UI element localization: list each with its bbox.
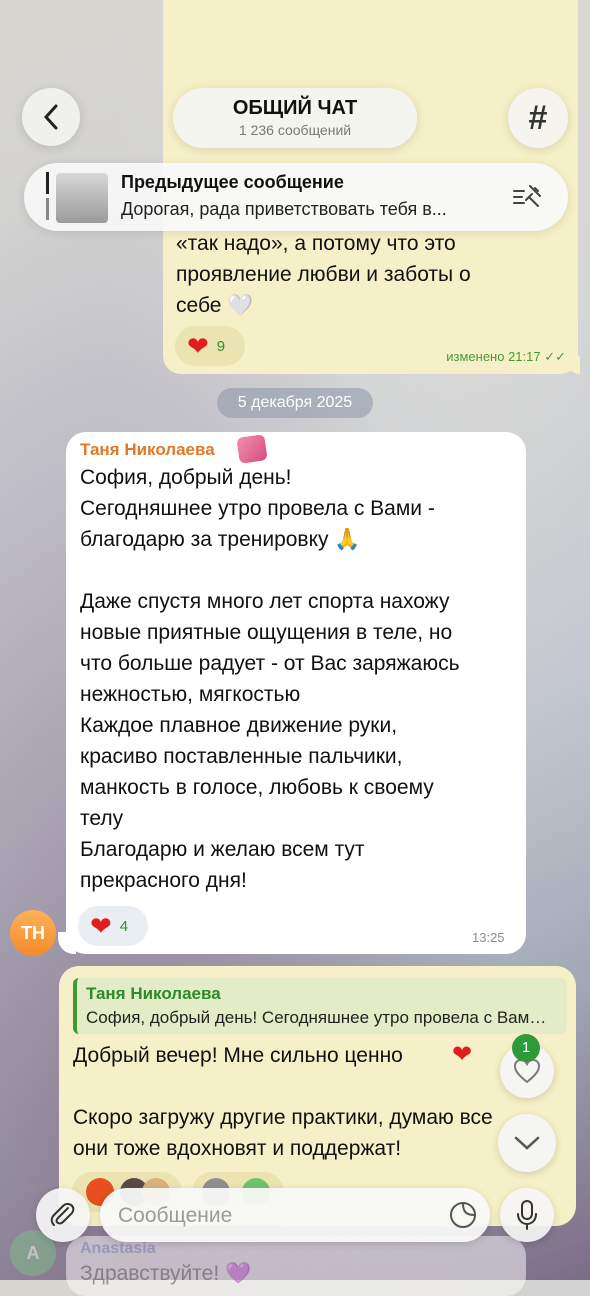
chevron-down-icon [514, 1136, 540, 1150]
previous-message-meta: изменено 21:17 ✓✓ [446, 349, 566, 364]
quote-text: София, добрый день! Сегодняшнее утро про… [86, 1008, 552, 1027]
date-separator: 5 декабря 2025 [217, 388, 373, 418]
back-icon [43, 104, 58, 130]
pinned-thumbnail [56, 173, 108, 223]
message-time: 13:25 [472, 930, 505, 945]
reply-message-text: Добрый вечер! Мне сильно ценно Скоро заг… [73, 1044, 493, 1160]
message-input[interactable] [116, 1200, 440, 1232]
gift-emoji-icon [236, 434, 268, 464]
chat-title-button[interactable]: ОБЩИЙ ЧАТ 1 236 сообщений [173, 88, 417, 148]
scroll-down-button[interactable] [498, 1114, 556, 1172]
sender-name[interactable]: Таня Николаева [80, 440, 215, 460]
avatar[interactable]: TH [10, 910, 56, 956]
next-message-text: Здравствуйте! 💜 [80, 1262, 252, 1285]
pinned-title: Предыдущее сообщение [121, 172, 344, 192]
sticker-icon[interactable] [448, 1200, 478, 1230]
chat-title: ОБЩИЙ ЧАТ [232, 97, 358, 119]
hash-icon: # [528, 98, 548, 137]
paperclip-icon [50, 1202, 75, 1226]
reaction-count: 4 [119, 917, 129, 935]
back-button[interactable] [22, 88, 80, 146]
pin-indicator [46, 172, 49, 220]
quote-sender: Таня Николаева [86, 984, 221, 1003]
heart-icon: ❤ [187, 331, 209, 361]
microphone-button[interactable] [500, 1188, 554, 1242]
pinned-text: Дорогая, рада приветствовать тебя в... [121, 199, 447, 219]
pin-list-icon[interactable] [510, 182, 544, 212]
previous-message-text: «так надо», а потому что это проявление … [176, 232, 471, 317]
incoming-message-reaction[interactable]: ❤ 4 [78, 906, 148, 946]
unread-badge: 1 [512, 1034, 540, 1062]
message-count: 1 236 сообщений [238, 122, 352, 138]
incoming-message-text: София, добрый день! Сегодняшнее утро про… [80, 466, 460, 892]
microphone-icon [517, 1200, 537, 1230]
heart-icon: ❤ [90, 911, 112, 941]
sender-name[interactable]: Anastasia [80, 1240, 156, 1258]
previous-message-reaction[interactable]: ❤ 9 [175, 326, 245, 366]
attach-button[interactable] [36, 1188, 90, 1242]
heart-icon: ❤ [452, 1041, 473, 1068]
reaction-count: 9 [216, 337, 226, 355]
topics-button[interactable]: # [508, 88, 568, 148]
